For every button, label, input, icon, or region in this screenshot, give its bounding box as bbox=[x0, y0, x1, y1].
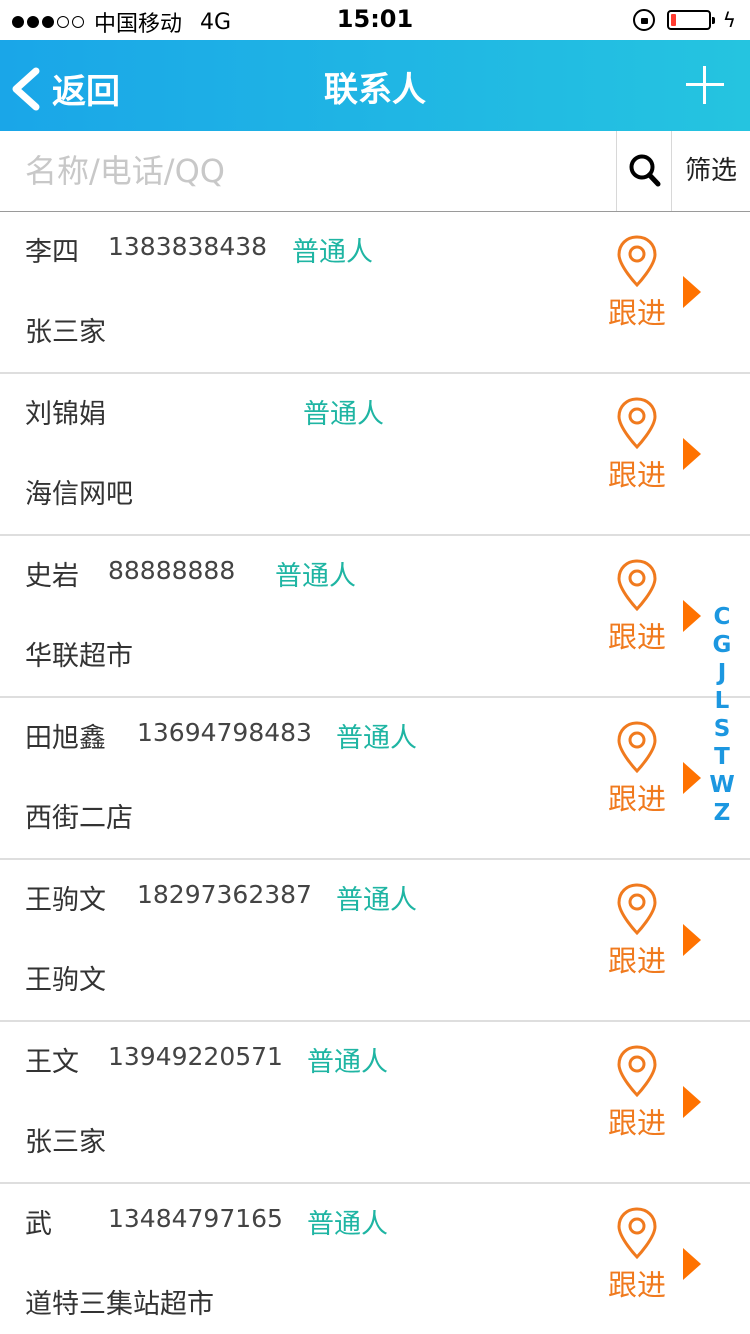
contact-phone: 1383838438 bbox=[108, 232, 268, 261]
contact-row[interactable]: 史岩 88888888 普通人 华联超市 跟进 bbox=[0, 536, 750, 698]
search-icon bbox=[629, 154, 661, 187]
location-pin-icon bbox=[617, 1207, 657, 1260]
contact-list: 李四 1383838438 普通人 张三家 跟进 刘锦娟 普通人 海信网吧 跟进… bbox=[0, 212, 750, 1334]
search-bar: 筛选 bbox=[0, 131, 750, 212]
page-title: 联系人 bbox=[324, 70, 426, 110]
contact-name: 王驹文 bbox=[25, 885, 106, 916]
alphabet-index[interactable]: C G J L S T W Z bbox=[707, 603, 737, 827]
contact-row[interactable]: 田旭鑫 13694798483 普通人 西街二店 跟进 bbox=[0, 698, 750, 860]
index-letter[interactable]: Z bbox=[707, 799, 737, 827]
contact-tag: 普通人 bbox=[292, 237, 373, 268]
contact-phone: 88888888 bbox=[108, 556, 236, 585]
contact-phone: 13484797165 bbox=[108, 1204, 283, 1233]
nav-bar: 返回 联系人 bbox=[0, 40, 750, 131]
contact-phone: 18297362387 bbox=[137, 880, 312, 909]
follow-label: 跟进 bbox=[607, 458, 666, 492]
contact-company: 张三家 bbox=[25, 317, 106, 348]
triangle-right-icon[interactable] bbox=[683, 762, 701, 794]
triangle-right-icon[interactable] bbox=[683, 1086, 701, 1118]
contact-row[interactable]: 刘锦娟 普通人 海信网吧 跟进 bbox=[0, 374, 750, 536]
index-letter[interactable]: S bbox=[707, 715, 737, 743]
contact-tag: 普通人 bbox=[307, 1047, 388, 1078]
index-letter[interactable]: T bbox=[707, 743, 737, 771]
contact-tag: 普通人 bbox=[336, 723, 417, 754]
contact-company: 华联超市 bbox=[25, 641, 133, 672]
contact-row[interactable]: 王驹文 18297362387 普通人 王驹文 跟进 bbox=[0, 860, 750, 1022]
status-bar: 中国移动 4G 15:01 ϟ bbox=[0, 0, 750, 40]
follow-button[interactable]: 跟进 bbox=[600, 720, 674, 830]
contact-name: 田旭鑫 bbox=[25, 723, 106, 754]
index-letter[interactable]: W bbox=[707, 771, 737, 799]
follow-button[interactable]: 跟进 bbox=[600, 396, 674, 506]
contact-tag: 普通人 bbox=[336, 885, 417, 916]
location-pin-icon bbox=[617, 721, 657, 774]
triangle-right-icon[interactable] bbox=[683, 600, 701, 632]
charging-icon: ϟ bbox=[722, 8, 736, 32]
follow-button[interactable]: 跟进 bbox=[600, 1044, 674, 1154]
search-button[interactable] bbox=[616, 131, 671, 211]
location-pin-icon bbox=[617, 235, 657, 288]
follow-label: 跟进 bbox=[607, 620, 666, 654]
contact-tag: 普通人 bbox=[303, 399, 384, 430]
contact-tag: 普通人 bbox=[275, 561, 356, 592]
search-input[interactable] bbox=[0, 131, 616, 211]
location-pin-icon bbox=[617, 397, 657, 450]
contact-row[interactable]: 王文 13949220571 普通人 张三家 跟进 bbox=[0, 1022, 750, 1184]
triangle-right-icon[interactable] bbox=[683, 276, 701, 308]
triangle-right-icon[interactable] bbox=[683, 1248, 701, 1280]
index-letter[interactable]: L bbox=[707, 687, 737, 715]
contact-company: 西街二店 bbox=[25, 803, 133, 834]
contact-tag: 普通人 bbox=[307, 1209, 388, 1240]
follow-label: 跟进 bbox=[607, 782, 666, 816]
contact-row[interactable]: 武 13484797165 普通人 道特三集站超市 跟进 bbox=[0, 1184, 750, 1334]
triangle-right-icon[interactable] bbox=[683, 924, 701, 956]
index-letter[interactable]: G bbox=[707, 631, 737, 659]
location-pin-icon bbox=[617, 1045, 657, 1098]
location-pin-icon bbox=[617, 559, 657, 612]
follow-label: 跟进 bbox=[607, 1268, 666, 1302]
contact-phone: 13694798483 bbox=[137, 718, 312, 747]
contact-row[interactable]: 李四 1383838438 普通人 张三家 跟进 bbox=[0, 212, 750, 374]
follow-button[interactable]: 跟进 bbox=[600, 558, 674, 668]
triangle-right-icon[interactable] bbox=[683, 438, 701, 470]
follow-label: 跟进 bbox=[607, 944, 666, 978]
add-contact-button[interactable] bbox=[686, 66, 724, 104]
follow-button[interactable]: 跟进 bbox=[600, 1206, 674, 1316]
contact-phone: 13949220571 bbox=[108, 1042, 283, 1071]
follow-label: 跟进 bbox=[607, 296, 666, 330]
contact-company: 王驹文 bbox=[25, 965, 106, 996]
location-pin-icon bbox=[617, 883, 657, 936]
contact-company: 海信网吧 bbox=[25, 479, 133, 510]
contact-name: 武 bbox=[25, 1209, 52, 1240]
filter-button[interactable]: 筛选 bbox=[671, 131, 750, 211]
contact-name: 刘锦娟 bbox=[25, 399, 106, 430]
index-letter[interactable]: C bbox=[707, 603, 737, 631]
contact-name: 王文 bbox=[25, 1047, 79, 1078]
follow-button[interactable]: 跟进 bbox=[600, 882, 674, 992]
contact-company: 张三家 bbox=[25, 1127, 106, 1158]
contact-name: 史岩 bbox=[25, 561, 79, 592]
follow-label: 跟进 bbox=[607, 1106, 666, 1140]
contact-name: 李四 bbox=[25, 237, 79, 268]
index-letter[interactable]: J bbox=[707, 659, 737, 687]
battery-icon bbox=[666, 10, 715, 30]
contact-company: 道特三集站超市 bbox=[25, 1289, 214, 1320]
orientation-lock-icon bbox=[632, 9, 655, 31]
follow-button[interactable]: 跟进 bbox=[600, 234, 674, 344]
